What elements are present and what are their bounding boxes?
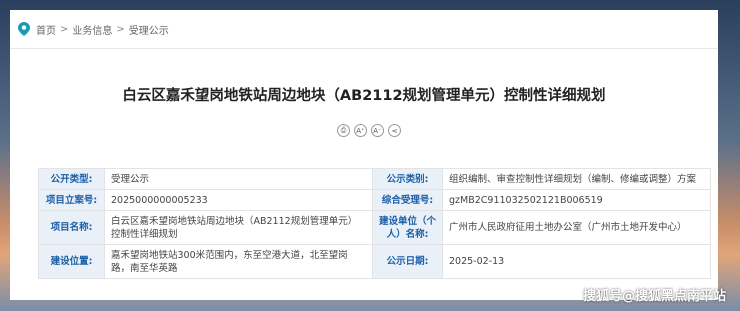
label-notice-date: 公示日期:: [372, 244, 443, 279]
breadcrumb: 首页 > 业务信息 > 受理公示: [18, 21, 169, 37]
table-row: 项目名称: 白云区嘉禾望岗地铁站周边地块（AB2112规划管理单元）控制性详细规…: [38, 210, 711, 245]
print-icon[interactable]: ⎙: [337, 124, 350, 137]
font-increase-icon[interactable]: A⁺: [354, 124, 367, 137]
label-project-name: 项目名称:: [38, 210, 105, 245]
label-location: 建设位置:: [38, 244, 105, 279]
table-row: 建设位置: 嘉禾望岗地铁站300米范围内，东至空港大道，北至望岗路，南至华英路 …: [38, 244, 711, 279]
value-project-number: 2025000000005233: [104, 189, 373, 211]
label-public-type: 公开类型:: [38, 168, 105, 190]
value-project-name: 白云区嘉禾望岗地铁站周边地块（AB2112规划管理单元）控制性详细规划: [104, 210, 373, 245]
table-row: 项目立案号: 2025000000005233 综合受理号: gzMB2C911…: [38, 189, 711, 211]
watermark: 搜狐号@搜狐黑点南平站: [582, 289, 726, 304]
article-toolbar: ⎙ A⁺ A⁻ ⋖: [337, 124, 401, 137]
share-icon[interactable]: ⋖: [388, 124, 401, 137]
table-row: 公开类型: 受理公示 公示类别: 组织编制、审查控制性详细规划（编制、修编或调整…: [38, 168, 711, 190]
info-table: 公开类型: 受理公示 公示类别: 组织编制、审查控制性详细规划（编制、修编或调整…: [38, 168, 711, 279]
breadcrumb-current: 受理公示: [128, 25, 169, 37]
breadcrumb-business-info[interactable]: 业务信息: [72, 22, 112, 37]
page-title: 白云区嘉禾望岗地铁站周边地块（AB2112规划管理单元）控制性详细规划: [122, 88, 606, 104]
header-divider: [10, 48, 718, 49]
value-notice-date: 2025-02-13: [442, 244, 711, 279]
value-public-type: 受理公示: [104, 168, 373, 190]
breadcrumb-separator: >: [60, 23, 69, 35]
label-acceptance-number: 综合受理号:: [372, 189, 443, 211]
label-notice-category: 公示类别:: [372, 168, 443, 190]
breadcrumb-home[interactable]: 首页: [36, 22, 56, 37]
breadcrumb-separator: >: [116, 23, 125, 35]
label-applicant-name: 建设单位（个人）名称:: [372, 210, 443, 245]
value-applicant-name: 广州市人民政府征用土地办公室（广州市土地开发中心）: [442, 210, 711, 245]
content-panel: 首页 > 业务信息 > 受理公示 白云区嘉禾望岗地铁站周边地块（AB2112规划…: [10, 10, 718, 300]
location-pin-icon: [18, 22, 30, 36]
value-acceptance-number: gzMB2C911032502121B006519: [442, 189, 711, 211]
label-project-number: 项目立案号:: [38, 189, 105, 211]
value-notice-category: 组织编制、审查控制性详细规划（编制、修编或调整）方案: [442, 168, 711, 190]
value-location: 嘉禾望岗地铁站300米范围内，东至空港大道，北至望岗路，南至华英路: [104, 244, 373, 279]
font-decrease-icon[interactable]: A⁻: [371, 124, 384, 137]
